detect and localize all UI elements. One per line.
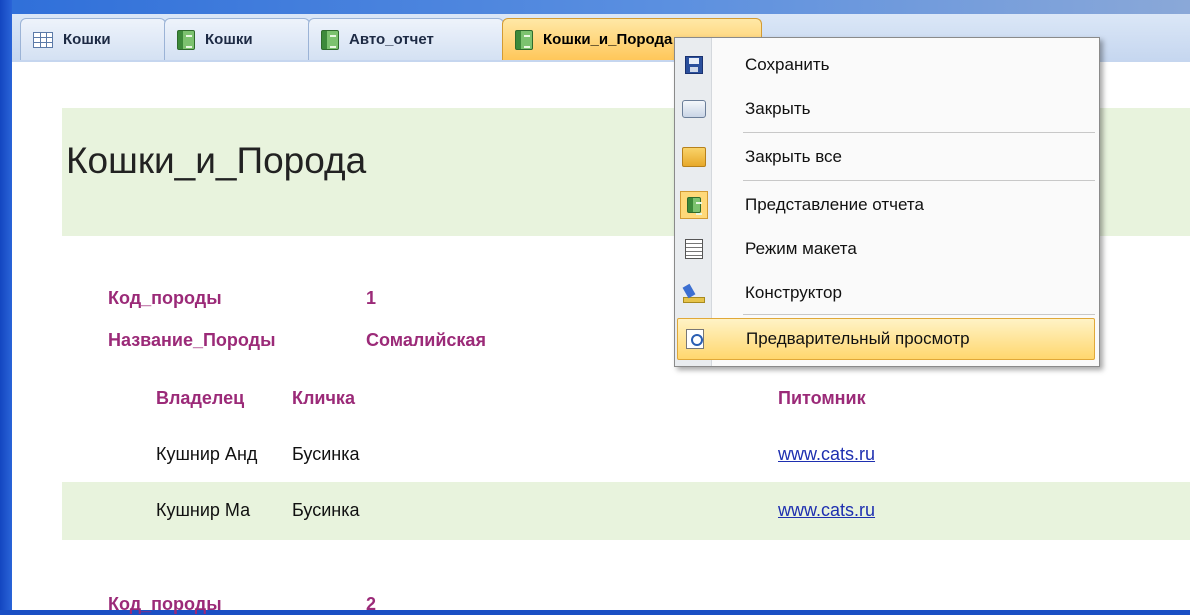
design-view-icon (683, 283, 705, 303)
row1-owner: Кушнир Анд (156, 444, 258, 464)
tab-label: Авто_отчет (349, 31, 434, 48)
window-top-frame (0, 0, 1190, 14)
menu-item-print-preview[interactable]: Предварительный просмотр (677, 318, 1095, 360)
menu-item-close-all[interactable]: Закрыть все (677, 136, 1095, 178)
window-left-frame (0, 0, 12, 610)
column-header-nickname: Кличка (292, 388, 355, 408)
menu-item-layout-view[interactable]: Режим макета (677, 228, 1095, 270)
menu-item-label: Закрыть (745, 99, 811, 118)
breed-name-value: Сомалийская (366, 330, 486, 350)
menu-item-label: Закрыть все (745, 147, 842, 166)
report-view-icon (680, 191, 708, 219)
menu-separator (743, 180, 1095, 181)
menu-separator (743, 132, 1095, 133)
column-header-owner: Владелец (156, 388, 245, 408)
breed-code-value: 1 (366, 288, 377, 308)
table-icon (33, 31, 53, 48)
menu-item-label: Предварительный просмотр (746, 329, 970, 348)
print-preview-icon (686, 329, 704, 349)
layout-view-icon (685, 239, 703, 259)
menu-item-close[interactable]: Закрыть (677, 88, 1095, 130)
menu-item-design-view[interactable]: Конструктор (677, 272, 1095, 314)
menu-item-label: Конструктор (745, 283, 842, 302)
report-title: Кошки_и_Порода (66, 140, 367, 181)
menu-item-label: Представление отчета (745, 195, 924, 214)
column-header-nursery: Питомник (778, 388, 866, 408)
menu-item-label: Режим макета (745, 239, 857, 258)
breed-name-label: Название_Породы (108, 330, 276, 350)
report-icon (515, 29, 533, 50)
menu-separator (743, 314, 1095, 315)
tab-context-menu: Сохранить Закрыть Закрыть все Представле… (674, 37, 1100, 367)
breed-code-label: Код_породы (108, 288, 222, 308)
save-icon (685, 56, 703, 74)
breed-code-value-2: 2 (366, 594, 377, 614)
report-icon (321, 29, 339, 50)
menu-item-label: Сохранить (745, 55, 830, 74)
tab-koshki-table[interactable]: Кошки (20, 18, 166, 60)
tab-koshki-report[interactable]: Кошки (164, 18, 310, 60)
report-icon (177, 29, 195, 50)
menu-item-report-view[interactable]: Представление отчета (677, 184, 1095, 226)
tab-avto-otchet[interactable]: Авто_отчет (308, 18, 504, 60)
tab-label: Кошки (205, 31, 253, 48)
tab-label: Кошки_и_Порода (543, 31, 673, 48)
tab-label: Кошки (63, 31, 111, 48)
row2-owner: Кушнир Ма (156, 500, 251, 520)
row2-nursery-link[interactable]: www.cats.ru (778, 500, 875, 521)
row1-nickname: Бусинка (292, 444, 360, 464)
row2-nickname: Бусинка (292, 500, 360, 520)
close-tab-icon (682, 100, 706, 118)
menu-item-save[interactable]: Сохранить (677, 44, 1095, 86)
breed-code-label-2: Код_породы (108, 594, 222, 614)
close-all-icon (682, 147, 706, 167)
row1-nursery-link[interactable]: www.cats.ru (778, 444, 875, 465)
